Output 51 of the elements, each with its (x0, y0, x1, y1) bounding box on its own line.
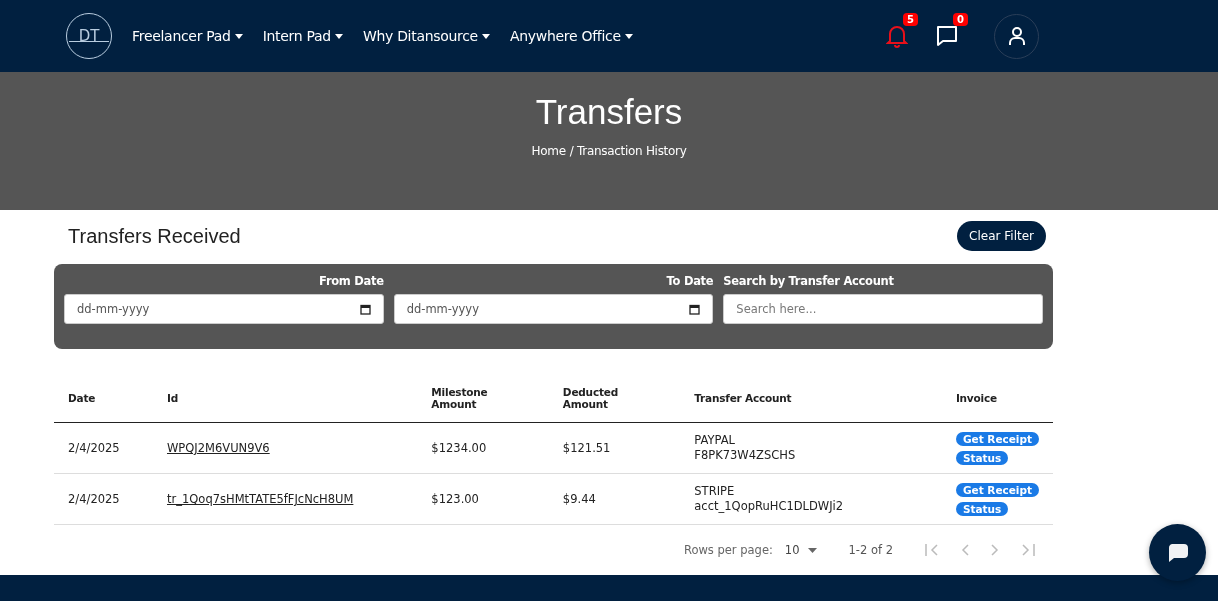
breadcrumb-item[interactable]: Home (531, 144, 566, 158)
caret-icon (624, 33, 633, 39)
calendar-icon[interactable] (359, 303, 371, 315)
table-cell-text: PAYPAL F8PK73W4ZSCHS (694, 433, 797, 463)
caret-icon (807, 547, 817, 553)
page-range: 1-2 of 2 (848, 543, 893, 557)
nav-menu-item[interactable]: Intern Pad (262, 28, 343, 44)
search-field[interactable]: Search here... (723, 294, 1043, 324)
calendar-icon[interactable] (689, 303, 701, 315)
table-cell: $1234.00 (431, 441, 487, 455)
message-badge: 0 (953, 13, 968, 26)
transfer-id-link[interactable]: tr_1Qoq7sHMtTATE5fFJcNcH8UM (167, 492, 354, 506)
caret-icon (481, 33, 490, 39)
nav-menu-item[interactable]: Anywhere Office (509, 28, 633, 44)
column-header: Milestone Amount (417, 374, 549, 423)
nav-menu-item[interactable]: Freelancer Pad (132, 28, 243, 44)
column-header: Invoice (941, 374, 1053, 423)
caret-icon (234, 33, 243, 39)
rows-per-page-label: Rows per page: (683, 543, 773, 557)
breadcrumb-item[interactable]: / Transaction History (569, 144, 687, 158)
user-icon (1007, 26, 1026, 46)
clear-filter-button[interactable]: Clear Filter (957, 221, 1046, 251)
transfer-id-link[interactable]: WPQJ2M6VUN9V6 (167, 441, 270, 455)
date-field[interactable]: dd-mm-yyyy (393, 294, 714, 324)
section-title: Transfers Received (68, 224, 241, 248)
table-cell-text: STRIPE acct_1QopRuHC1DLDWJi2 (694, 484, 845, 514)
page-title: Transfers (535, 92, 683, 132)
bell-icon[interactable] (886, 24, 908, 48)
field-label: From Date (318, 274, 384, 288)
column-header: Deducted Amount (548, 374, 681, 423)
notification-badge: 5 (903, 13, 918, 26)
invoice-action-button[interactable]: Get Receipt (955, 431, 1039, 446)
table-cell: $123.00 (431, 492, 479, 506)
chat-icon (1166, 542, 1189, 563)
chat-button[interactable] (1149, 524, 1206, 581)
table-cell: $121.51 (562, 441, 611, 455)
field-label: Search by Transfer Account (723, 274, 895, 288)
caret-icon (334, 33, 343, 39)
field-label: To Date (665, 274, 714, 288)
invoice-action-button[interactable]: Status (955, 450, 1009, 465)
table-cell: $9.44 (562, 492, 596, 506)
chat-icon[interactable] (936, 25, 958, 47)
column-header: Transfer Account (680, 374, 942, 423)
nav-menu-item[interactable]: Why Ditansource (362, 28, 490, 44)
date-field[interactable]: dd-mm-yyyy (64, 294, 384, 324)
column-header: Id (153, 374, 418, 423)
column-header: Date (54, 374, 153, 423)
table-cell: 2/4/2025 (68, 492, 120, 506)
invoice-action-button[interactable]: Status (955, 501, 1009, 516)
table-cell: 2/4/2025 (68, 441, 120, 455)
invoice-action-button[interactable]: Get Receipt (955, 482, 1039, 497)
